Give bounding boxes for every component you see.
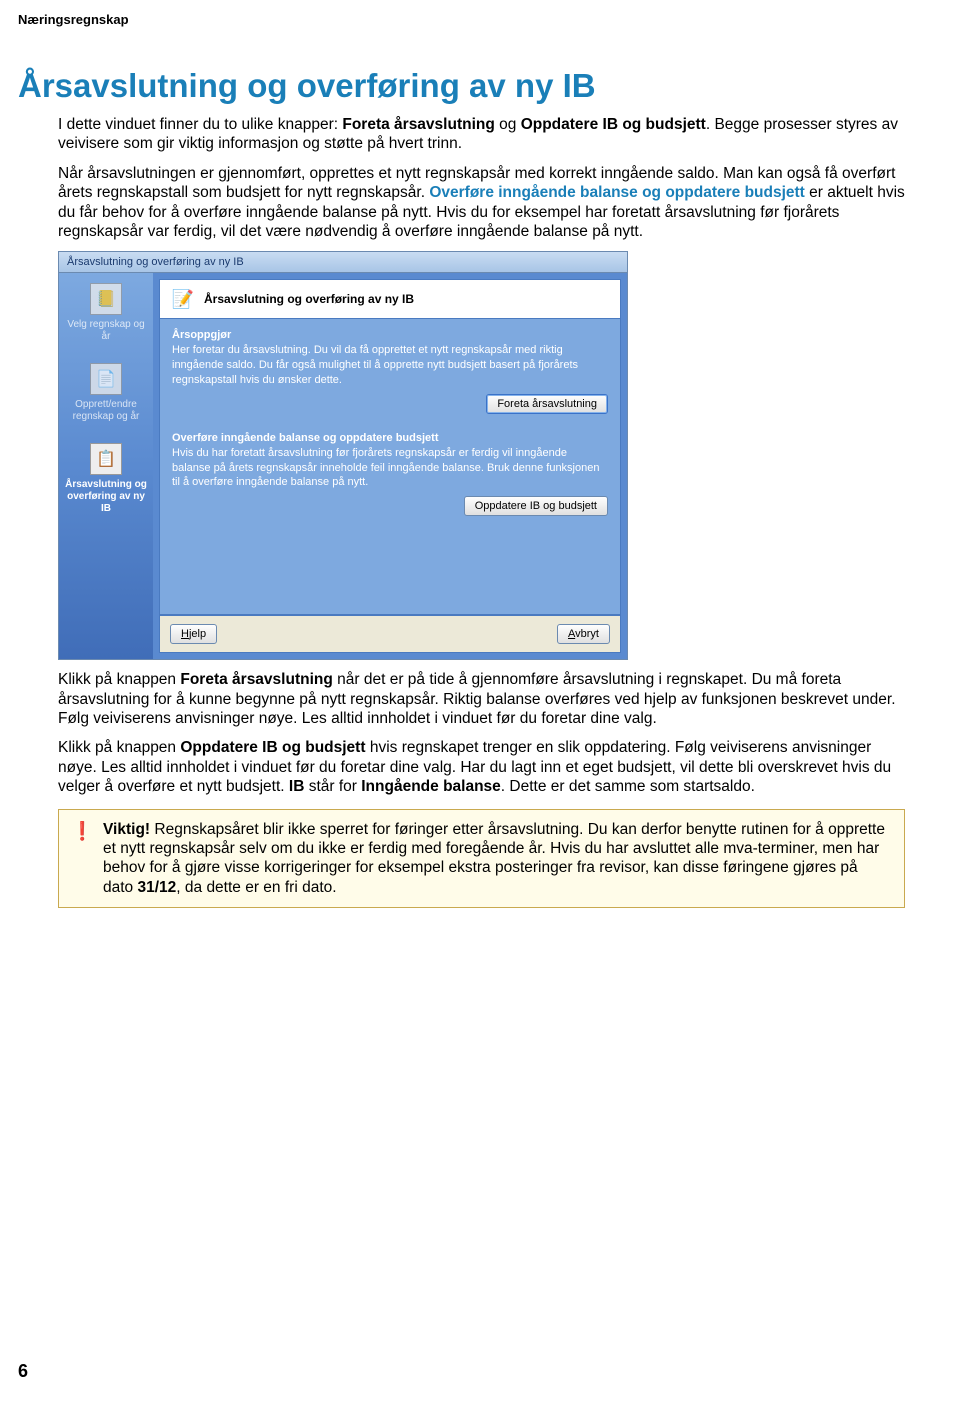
intro-paragraph-2: Når årsavslutningen er gjennomført, oppr…: [58, 164, 905, 242]
section-body: Hvis du har foretatt årsavslutning før f…: [172, 446, 608, 491]
wizard-window: Årsavslutning og overføring av ny IB 📒 V…: [58, 251, 628, 660]
help-label: jelp: [189, 628, 206, 640]
text-bold: Foreta årsavslutning: [180, 671, 332, 688]
wizard-panel: Årsoppgjør Her foretar du årsavslutning.…: [159, 318, 621, 615]
sidebar-item-create-edit[interactable]: 📄 Opprett/endre regnskap og år: [63, 363, 149, 423]
body-paragraph-4: Klikk på knappen Oppdatere IB og budsjet…: [58, 738, 905, 796]
text-bold: Foreta årsavslutning: [342, 116, 494, 133]
wizard-sidebar: 📒 Velg regnskap og år 📄 Opprett/endre re…: [59, 273, 153, 659]
wizard-section-year-end: Årsoppgjør Her foretar du årsavslutning.…: [172, 329, 608, 414]
page-number: 6: [18, 1361, 28, 1382]
warning-lead: Viktig!: [103, 821, 150, 838]
text-bold: IB: [289, 778, 305, 795]
ledger-icon: 📒: [90, 283, 122, 315]
sidebar-item-year-end[interactable]: 📋 Årsavslutning og overføring av ny IB: [63, 443, 149, 515]
text-run: Klikk på knappen: [58, 671, 180, 688]
section-title: Overføre inngående balanse og oppdatere …: [172, 432, 608, 444]
wizard-header: 📝 Årsavslutning og overføring av ny IB: [159, 279, 621, 318]
wizard-titlebar: Årsavslutning og overføring av ny IB: [59, 252, 627, 273]
cancel-button[interactable]: Avbryt: [557, 624, 610, 644]
text-bold: Oppdatere IB og budsjett: [521, 116, 706, 133]
text-blue-bold: Overføre inngående balanse og oppdatere …: [429, 184, 805, 201]
warning-box: ❗ Viktig! Regnskapsåret blir ikke sperre…: [58, 809, 905, 909]
cancel-label: vbryt: [575, 628, 599, 640]
intro-paragraph-1: I dette vinduet finner du to ulike knapp…: [58, 115, 905, 154]
page-title: Årsavslutning og overføring av ny IB: [18, 67, 905, 105]
wizard-header-title: Årsavslutning og overføring av ny IB: [204, 292, 414, 306]
wizard-section-transfer-balance: Overføre inngående balanse og oppdatere …: [172, 432, 608, 517]
text-run: I dette vinduet finner du to ulike knapp…: [58, 116, 342, 133]
sidebar-item-select-accounting[interactable]: 📒 Velg regnskap og år: [63, 283, 149, 343]
warning-date: 31/12: [137, 879, 176, 896]
page-header: Næringsregnskap: [0, 0, 960, 27]
sidebar-item-label: Velg regnskap og år: [63, 319, 149, 343]
text-bold: Oppdatere IB og budsjett: [180, 739, 365, 756]
sidebar-item-label: Årsavslutning og overføring av ny IB: [63, 479, 149, 515]
text-run: . Dette er det samme som startsaldo.: [501, 778, 755, 795]
wizard-header-icon: 📝: [170, 286, 196, 312]
document-icon: 📄: [90, 363, 122, 395]
text-bold: Inngående balanse: [361, 778, 501, 795]
text-run: står for: [304, 778, 361, 795]
oppdatere-ib-budsjett-button[interactable]: Oppdatere IB og budsjett: [464, 496, 608, 516]
help-button[interactable]: Hjelp: [170, 624, 217, 644]
wizard-main: 📝 Årsavslutning og overføring av ny IB Å…: [153, 273, 627, 659]
wizard-footer: Hjelp Avbryt: [159, 615, 621, 653]
body-paragraph-3: Klikk på knappen Foreta årsavslutning nå…: [58, 670, 905, 728]
sidebar-item-label: Opprett/endre regnskap og år: [63, 399, 149, 423]
warning-text: , da dette er en fri dato.: [176, 879, 336, 896]
warning-icon: ❗: [71, 820, 93, 843]
text-run: Klikk på knappen: [58, 739, 180, 756]
foreta-arsavslutning-button[interactable]: Foreta årsavslutning: [486, 394, 608, 414]
report-icon: 📋: [90, 443, 122, 475]
text-run: og: [495, 116, 521, 133]
section-title: Årsoppgjør: [172, 329, 608, 341]
section-body: Her foretar du årsavslutning. Du vil da …: [172, 343, 608, 388]
